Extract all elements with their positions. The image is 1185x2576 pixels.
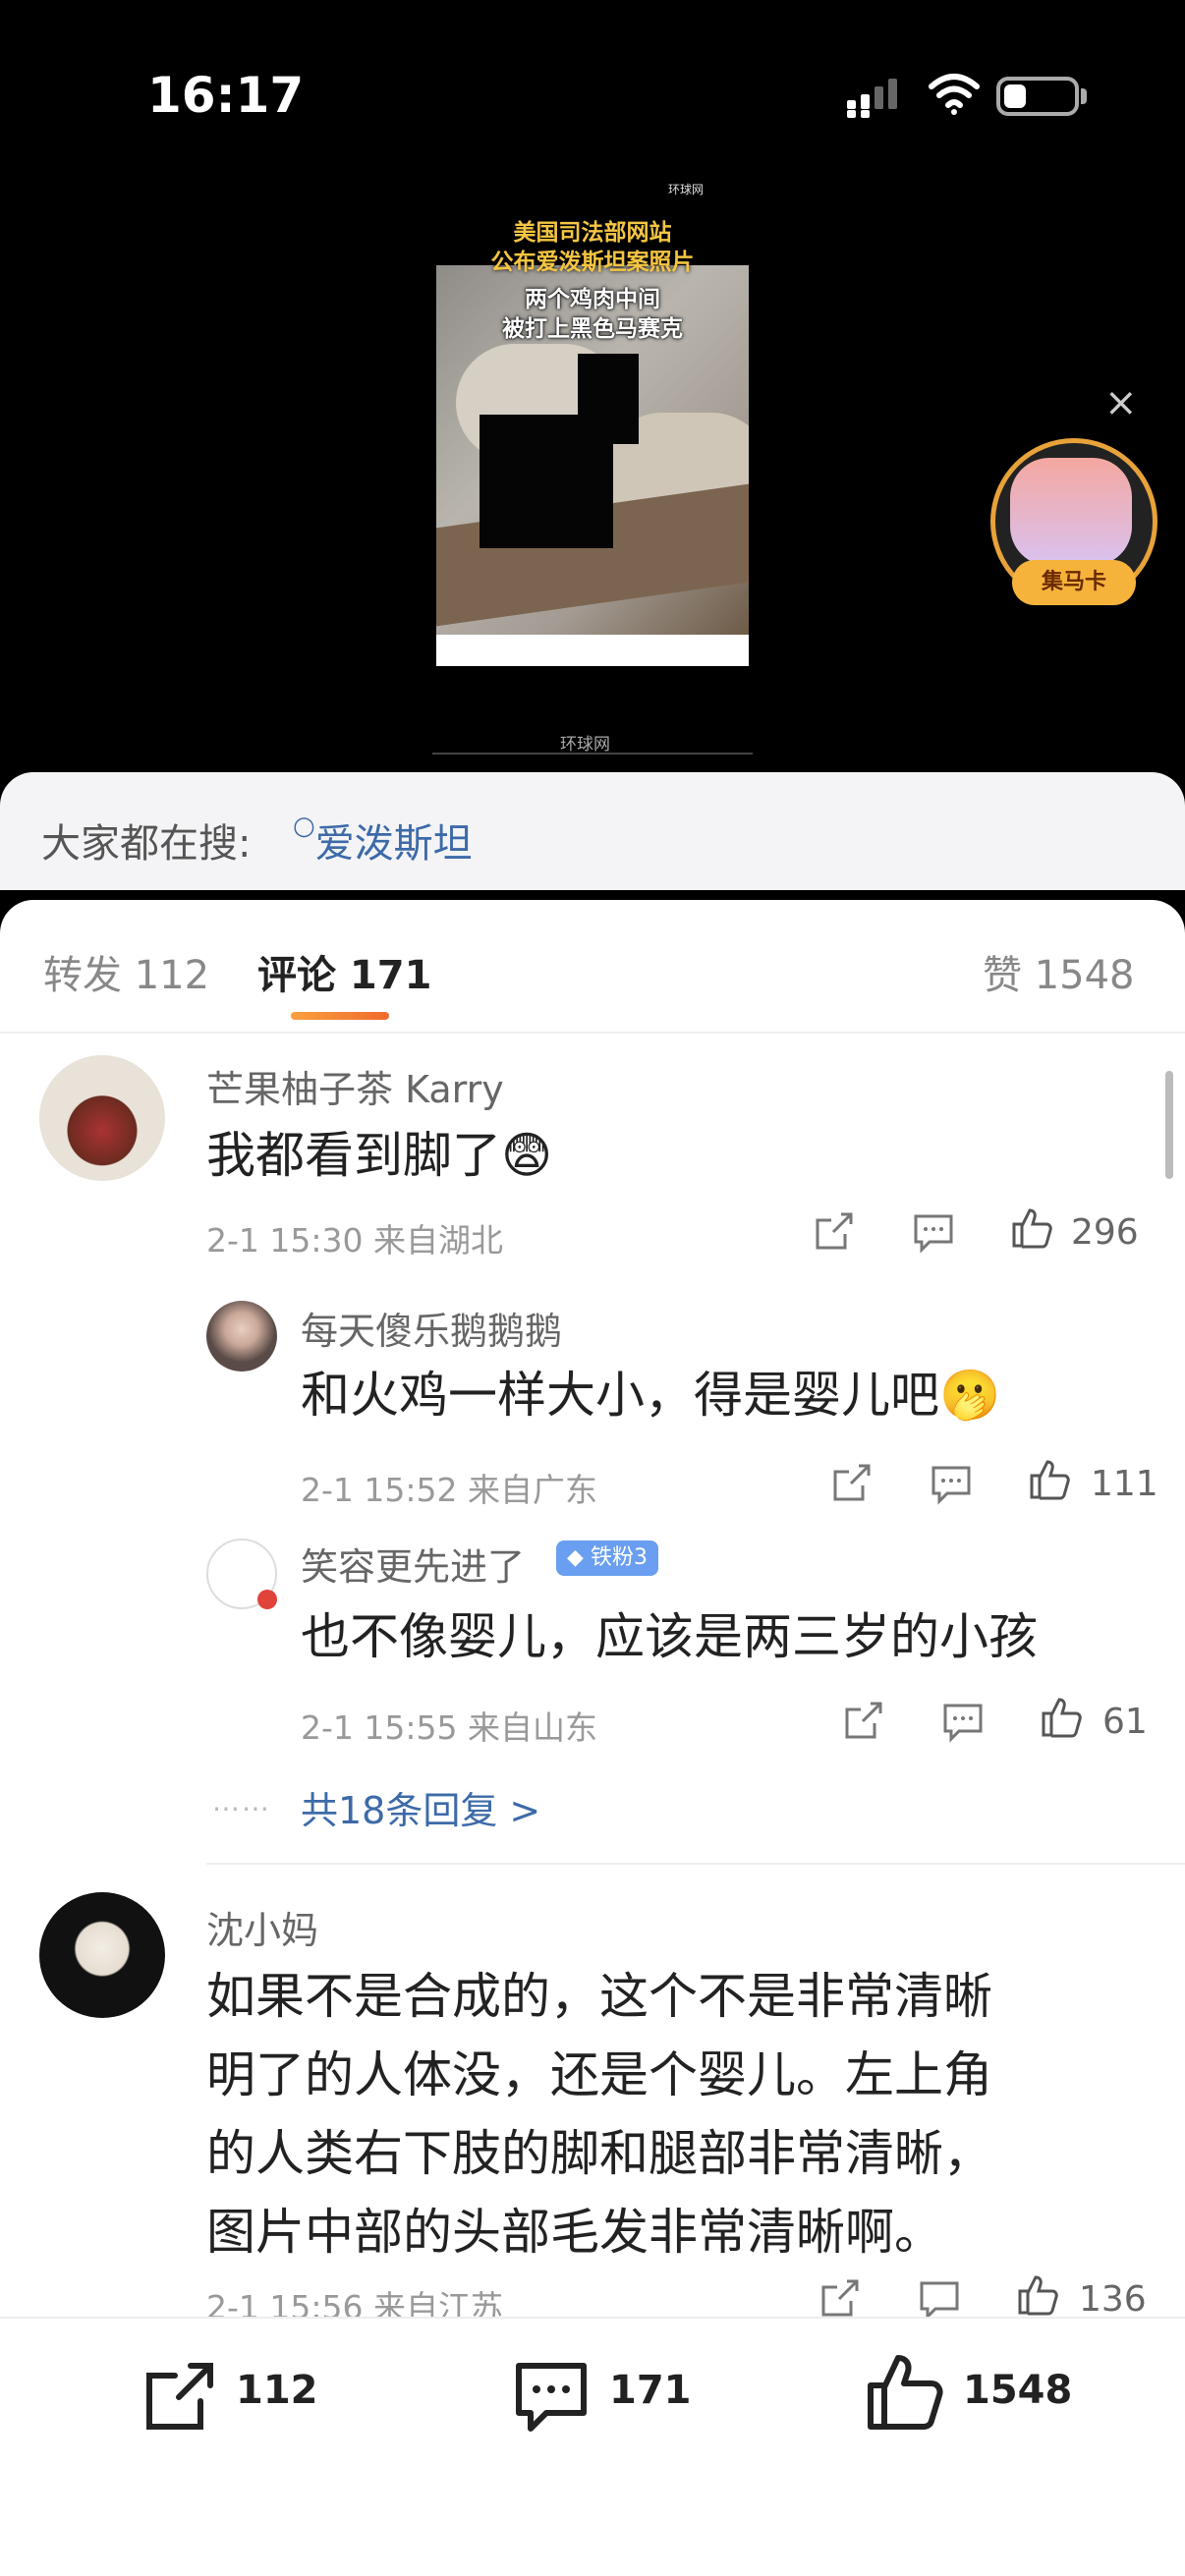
video-source-label: 环球网 [560,735,610,755]
like-count-total[interactable]: 1548 [963,2368,1072,2413]
active-tab-indicator [291,1012,389,1020]
reply-text: 和火鸡一样大小，得是婴儿吧🫢 [301,1367,1001,1424]
like-icon[interactable] [1028,1458,1071,1501]
avatar[interactable] [39,1892,165,2018]
reply-meta: 2-1 15:55 来自山东 [301,1708,597,1747]
video-watermark: 环球网 [668,183,705,196]
trending-search-label: 大家都在搜: [41,821,252,867]
tab-likes[interactable]: 赞 1548 [983,943,1135,1000]
like-count: 61 [1102,1702,1148,1742]
battery-tip [1081,88,1087,104]
reply-icon[interactable] [912,1210,955,1254]
tab-comments[interactable]: 评论 171 [257,943,431,1000]
bottom-action-bar [0,2317,1185,2576]
reply-text: 也不像婴儿，应该是两三岁的小孩 [301,1608,1038,1665]
battery-icon [996,77,1079,116]
comment-icon[interactable] [513,2358,590,2435]
comment-count[interactable]: 171 [609,2368,692,2413]
like-count: 136 [1079,2279,1147,2320]
reply-icon[interactable] [941,1700,985,1743]
like-count: 296 [1071,1212,1139,1253]
comment-text: 如果不是合成的，这个不是非常清晰 明了的人体没，还是个婴儿。左上角 的人类右下肢… [206,1957,1150,2271]
reply-author[interactable]: 笑容更先进了 [301,1537,525,1591]
share-icon[interactable] [812,1210,855,1254]
comment-text-line: 图片中部的头部毛发非常清晰啊。 [206,2204,943,2261]
mascot-icon [1010,458,1132,566]
close-icon[interactable]: × [1104,383,1138,422]
fan-badge: ◆ 铁粉3 [556,1540,658,1576]
avatar[interactable] [39,1055,165,1181]
verified-badge-icon [257,1590,277,1609]
tab-forward[interactable]: 转发 112 [43,943,209,1000]
avatar[interactable] [206,1301,277,1372]
like-icon[interactable] [1010,1206,1053,1250]
reply-author[interactable]: 每天傻乐鹅鹅鹅 [301,1301,562,1355]
mosaic-block [480,415,613,548]
comment-text-line: 如果不是合成的，这个不是非常清晰 [206,1968,992,2025]
divider [206,1863,1185,1865]
like-count: 111 [1091,1464,1158,1504]
share-icon[interactable] [818,2277,861,2321]
scrollbar[interactable] [1165,1071,1173,1179]
trending-search-keyword[interactable]: ○爱泼斯坦 [293,812,473,868]
video-title-line: 公布爱泼斯坦案照片 [490,250,695,275]
video-subtitle: 两个鸡肉中间 被打上黑色马赛克 [423,285,762,344]
video-title-line: 美国司法部网站 [513,220,672,246]
fan-badge-text: 铁粉3 [590,1545,648,1570]
comment-text-line: 的人类右下肢的脚和腿部非常清晰， [206,2125,992,2182]
search-keyword-text: 爱泼斯坦 [314,821,473,867]
wifi-icon [929,74,980,115]
cellular-signal-icon [847,79,897,118]
comment-meta: 2-1 15:30 来自湖北 [206,1221,503,1260]
thread-dots: ⋯⋯ [212,1792,271,1824]
status-time: 16:17 [147,67,305,124]
divider [0,1032,1185,1034]
like-icon[interactable] [1040,1696,1083,1739]
video-title: 美国司法部网站 公布爱泼斯坦案照片 [423,218,762,277]
comment-author[interactable]: 芒果柚子茶 Karry [206,1059,504,1113]
video-subtitle-line: 被打上黑色马赛克 [502,316,683,342]
comment-text-line: 明了的人体没，还是个婴儿。左上角 [206,2046,992,2103]
more-replies-link[interactable]: 共18条回复 > [301,1780,540,1834]
video-subtitle-line: 两个鸡肉中间 [525,287,660,312]
reply-meta: 2-1 15:52 来自广东 [301,1471,597,1509]
share-icon[interactable] [829,1462,873,1505]
reply-icon[interactable] [918,2277,961,2321]
like-icon[interactable] [1016,2273,1059,2317]
video-progress-line[interactable] [432,753,753,755]
forward-icon[interactable] [141,2360,216,2435]
comment-text: 我都看到脚了😨 [206,1127,553,1184]
search-icon: ○ [293,812,315,841]
like-icon[interactable] [865,2352,945,2433]
reply-icon[interactable] [930,1462,973,1505]
comment-author[interactable]: 沈小妈 [206,1900,318,1954]
forward-count[interactable]: 112 [236,2368,318,2413]
collect-card-label[interactable]: 集马卡 [1012,560,1136,605]
share-icon[interactable] [841,1700,884,1743]
